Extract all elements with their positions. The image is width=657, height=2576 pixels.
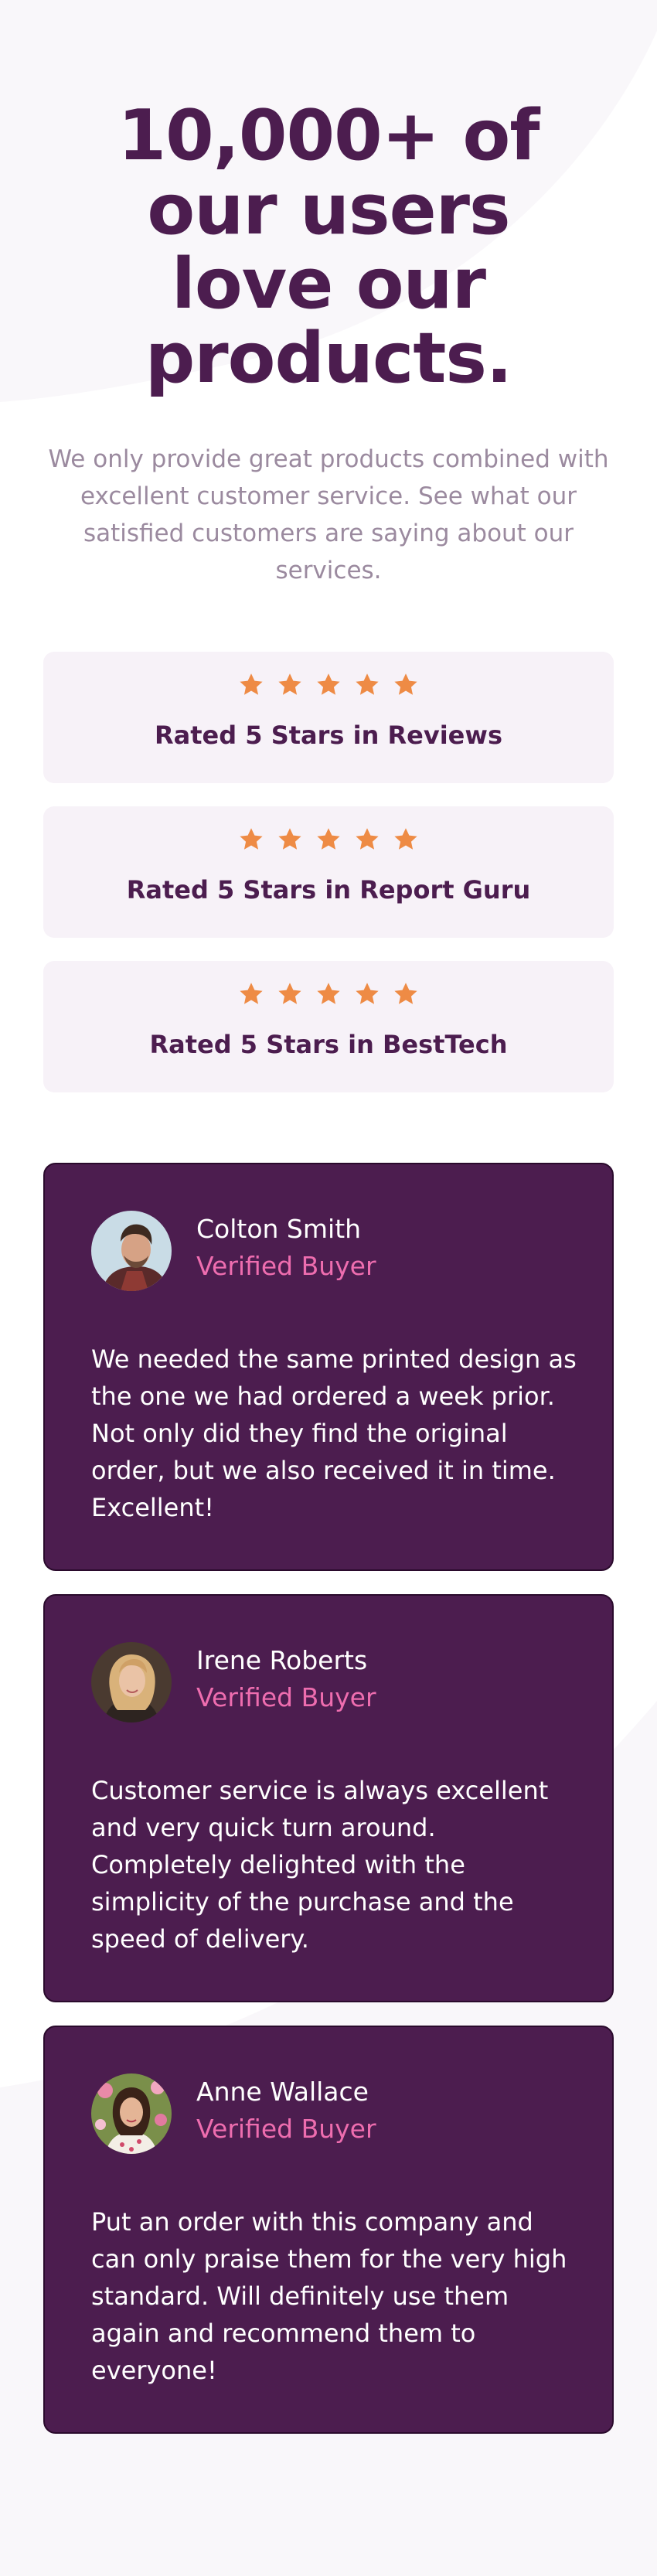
testimonial-quote: Customer service is always excellent and… bbox=[91, 1776, 549, 1954]
reviewer-role: Verified Buyer bbox=[196, 1251, 376, 1281]
star-icon bbox=[356, 673, 379, 695]
avatar bbox=[91, 2073, 172, 2154]
rating-card-reviews: Rated 5 Stars in Reviews bbox=[43, 652, 614, 783]
rating-card-besttech: Rated 5 Stars in BestTech bbox=[43, 961, 614, 1092]
avatar-photo bbox=[91, 1642, 172, 1722]
star-rating bbox=[43, 981, 614, 1007]
star-icon bbox=[278, 828, 301, 850]
star-icon bbox=[356, 828, 379, 850]
star-icon bbox=[394, 673, 417, 695]
star-icon bbox=[278, 983, 301, 1004]
star-icon bbox=[394, 828, 417, 850]
star-rating bbox=[43, 826, 614, 853]
star-rating bbox=[43, 672, 614, 698]
testimonial-quote: We needed the same printed design as the… bbox=[91, 1344, 577, 1522]
testimonial-card-anne-wallace: Anne Wallace Verified Buyer Put an order… bbox=[43, 2026, 614, 2434]
reviewer-name: Irene Roberts bbox=[196, 1645, 368, 1675]
reviewer-name: Colton Smith bbox=[196, 1214, 362, 1244]
avatar bbox=[91, 1642, 172, 1722]
star-icon bbox=[240, 983, 263, 1004]
testimonial-card-colton-smith: Colton Smith Verified Buyer We needed th… bbox=[43, 1163, 614, 1571]
star-icon bbox=[317, 828, 340, 850]
rating-label: Rated 5 Stars in Reviews bbox=[155, 721, 502, 750]
avatar-photo bbox=[91, 2073, 172, 2154]
testimonial-card-irene-roberts: Irene Roberts Verified Buyer Customer se… bbox=[43, 1594, 614, 2002]
star-icon bbox=[394, 983, 417, 1004]
rating-label: Rated 5 Stars in Report Guru bbox=[126, 875, 531, 905]
testimonial-quote: Put an order with this company and can o… bbox=[91, 2207, 567, 2385]
reviewer-role: Verified Buyer bbox=[196, 1682, 376, 1712]
intro-text: We only provide great products combined … bbox=[48, 445, 609, 584]
star-icon bbox=[356, 983, 379, 1004]
reviewer-name: Anne Wallace bbox=[196, 2077, 369, 2107]
avatar-photo bbox=[91, 1211, 172, 1291]
star-icon bbox=[240, 673, 263, 695]
star-icon bbox=[240, 828, 263, 850]
star-icon bbox=[317, 673, 340, 695]
avatar bbox=[91, 1211, 172, 1291]
star-icon bbox=[278, 673, 301, 695]
page-headline: 10,000+ of our users love our products. bbox=[117, 95, 540, 399]
rating-label: Rated 5 Stars in BestTech bbox=[149, 1030, 508, 1059]
reviewer-role: Verified Buyer bbox=[196, 2114, 376, 2144]
star-icon bbox=[317, 983, 340, 1004]
rating-card-report-guru: Rated 5 Stars in Report Guru bbox=[43, 806, 614, 938]
